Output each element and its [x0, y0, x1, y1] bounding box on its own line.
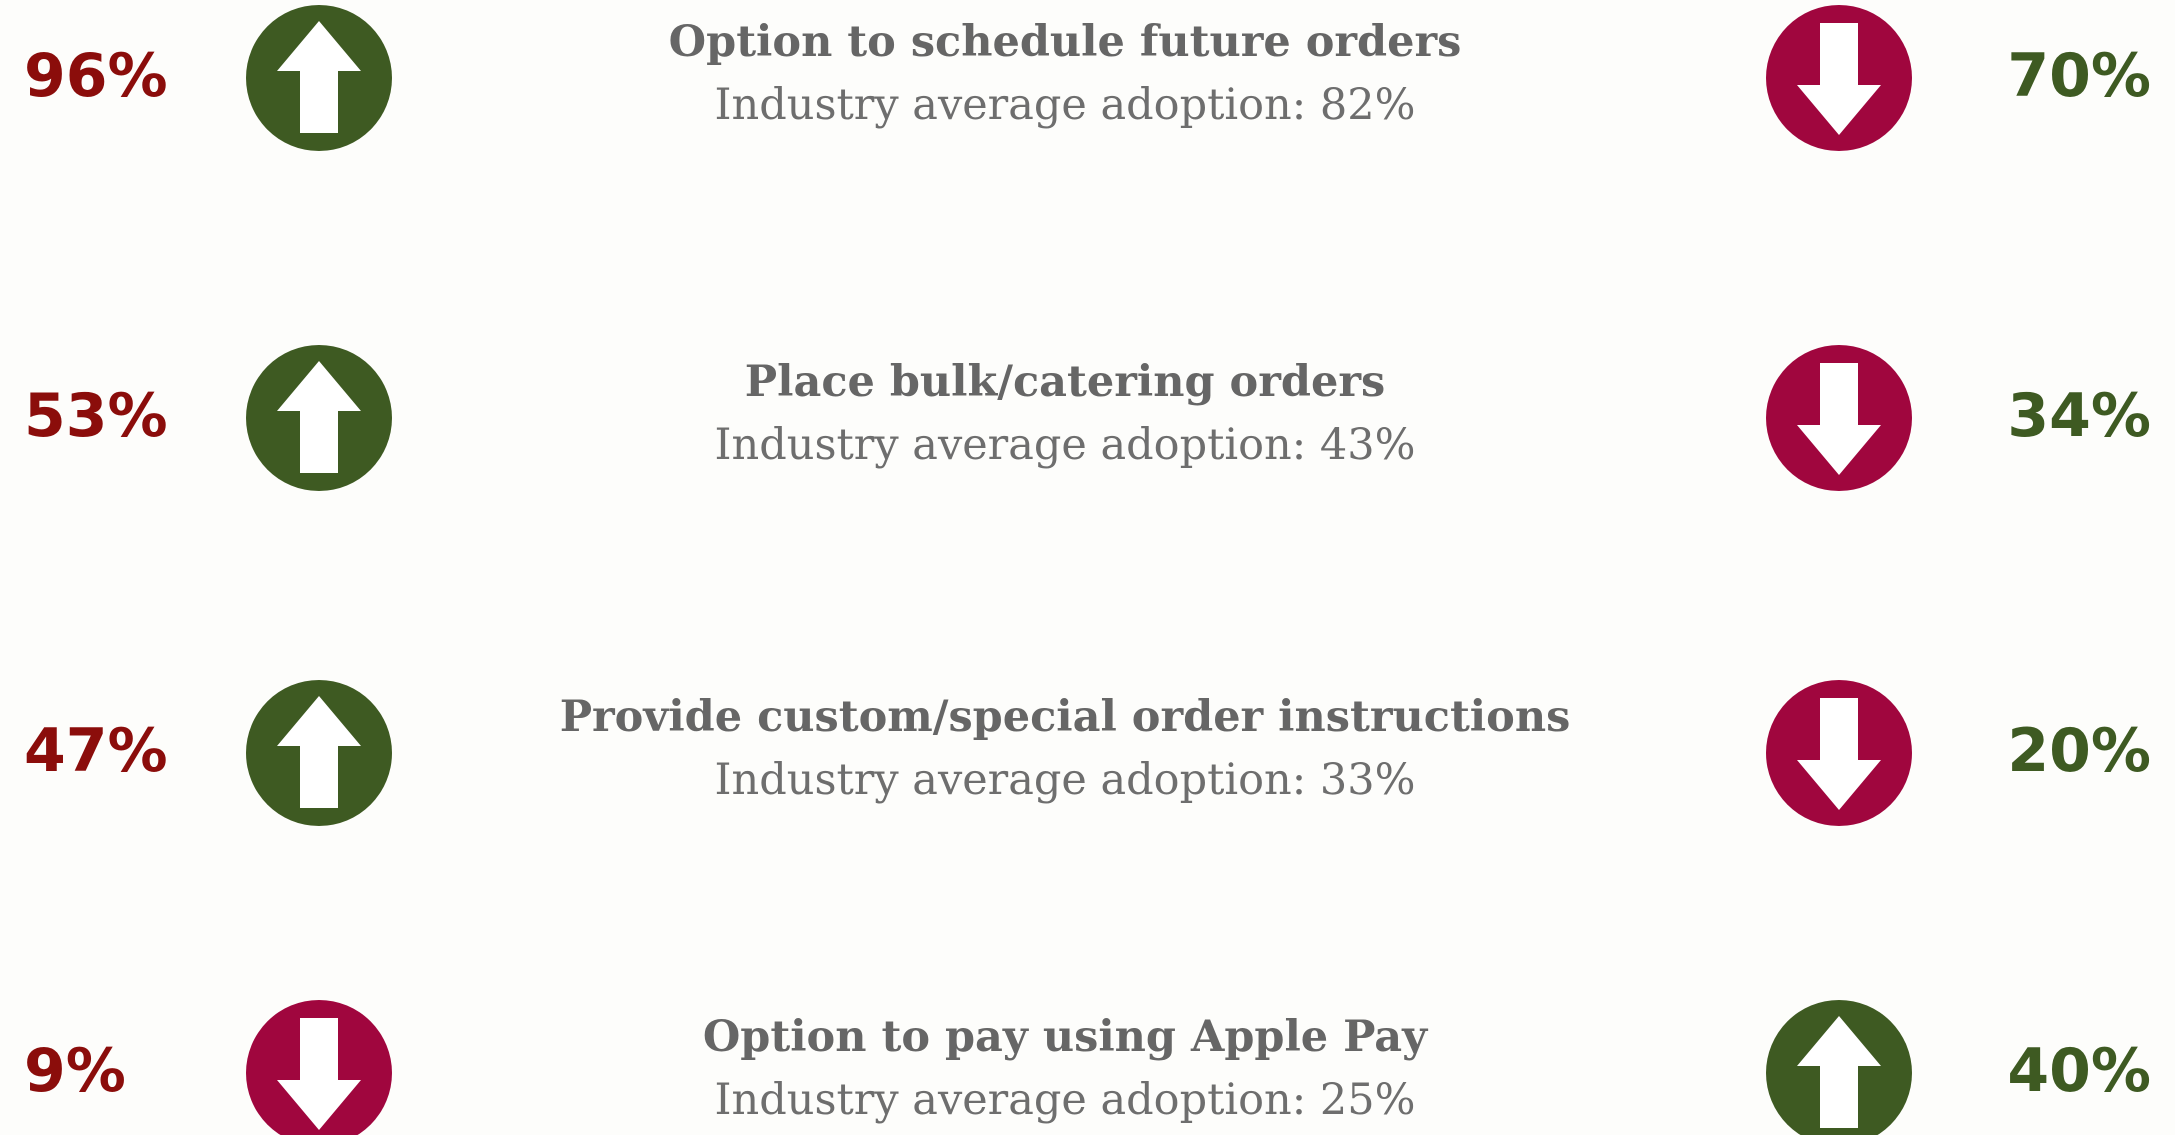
feature-row-bulk-catering-orders: 53% Place bulk/catering orders Industry …: [0, 340, 2175, 500]
arrow-up-icon: [246, 345, 392, 491]
feature-title: Place bulk/catering orders: [744, 357, 1386, 407]
left-percentage: 47%: [24, 716, 168, 786]
right-percentage: 40%: [2007, 1036, 2151, 1106]
arrow-up-icon: [1766, 1000, 1912, 1135]
arrow-up-icon: [246, 5, 392, 151]
right-percentage: 70%: [2007, 41, 2151, 111]
arrow-down-icon: [1766, 680, 1912, 826]
industry-average-label: Industry average adoption: 33%: [714, 755, 1416, 805]
feature-row-special-order-instructions: 47% Provide custom/special order instruc…: [0, 675, 2175, 835]
left-percentage: 9%: [24, 1036, 126, 1106]
feature-text-block: Provide custom/special order instruction…: [520, 687, 1610, 813]
right-percentage: 34%: [2007, 381, 2151, 451]
feature-row-schedule-future-orders: 96% Option to schedule future orders Ind…: [0, 0, 2175, 160]
arrow-down-icon: [246, 1000, 392, 1135]
comparison-infographic: 96% Option to schedule future orders Ind…: [0, 0, 2175, 1135]
feature-title: Provide custom/special order instruction…: [559, 692, 1571, 742]
feature-text-block: Option to pay using Apple Pay Industry a…: [520, 1007, 1610, 1133]
feature-title: Option to schedule future orders: [668, 17, 1462, 67]
feature-title: Option to pay using Apple Pay: [702, 1012, 1428, 1062]
industry-average-label: Industry average adoption: 82%: [714, 80, 1416, 130]
feature-text-block: Option to schedule future orders Industr…: [520, 12, 1610, 138]
left-percentage: 96%: [24, 41, 168, 111]
feature-row-apple-pay: 9% Option to pay using Apple Pay Industr…: [0, 995, 2175, 1135]
industry-average-label: Industry average adoption: 25%: [714, 1075, 1416, 1125]
arrow-down-icon: [1766, 345, 1912, 491]
feature-text-block: Place bulk/catering orders Industry aver…: [520, 352, 1610, 478]
arrow-down-icon: [1766, 5, 1912, 151]
right-percentage: 20%: [2007, 716, 2151, 786]
arrow-up-icon: [246, 680, 392, 826]
industry-average-label: Industry average adoption: 43%: [714, 420, 1416, 470]
left-percentage: 53%: [24, 381, 168, 451]
